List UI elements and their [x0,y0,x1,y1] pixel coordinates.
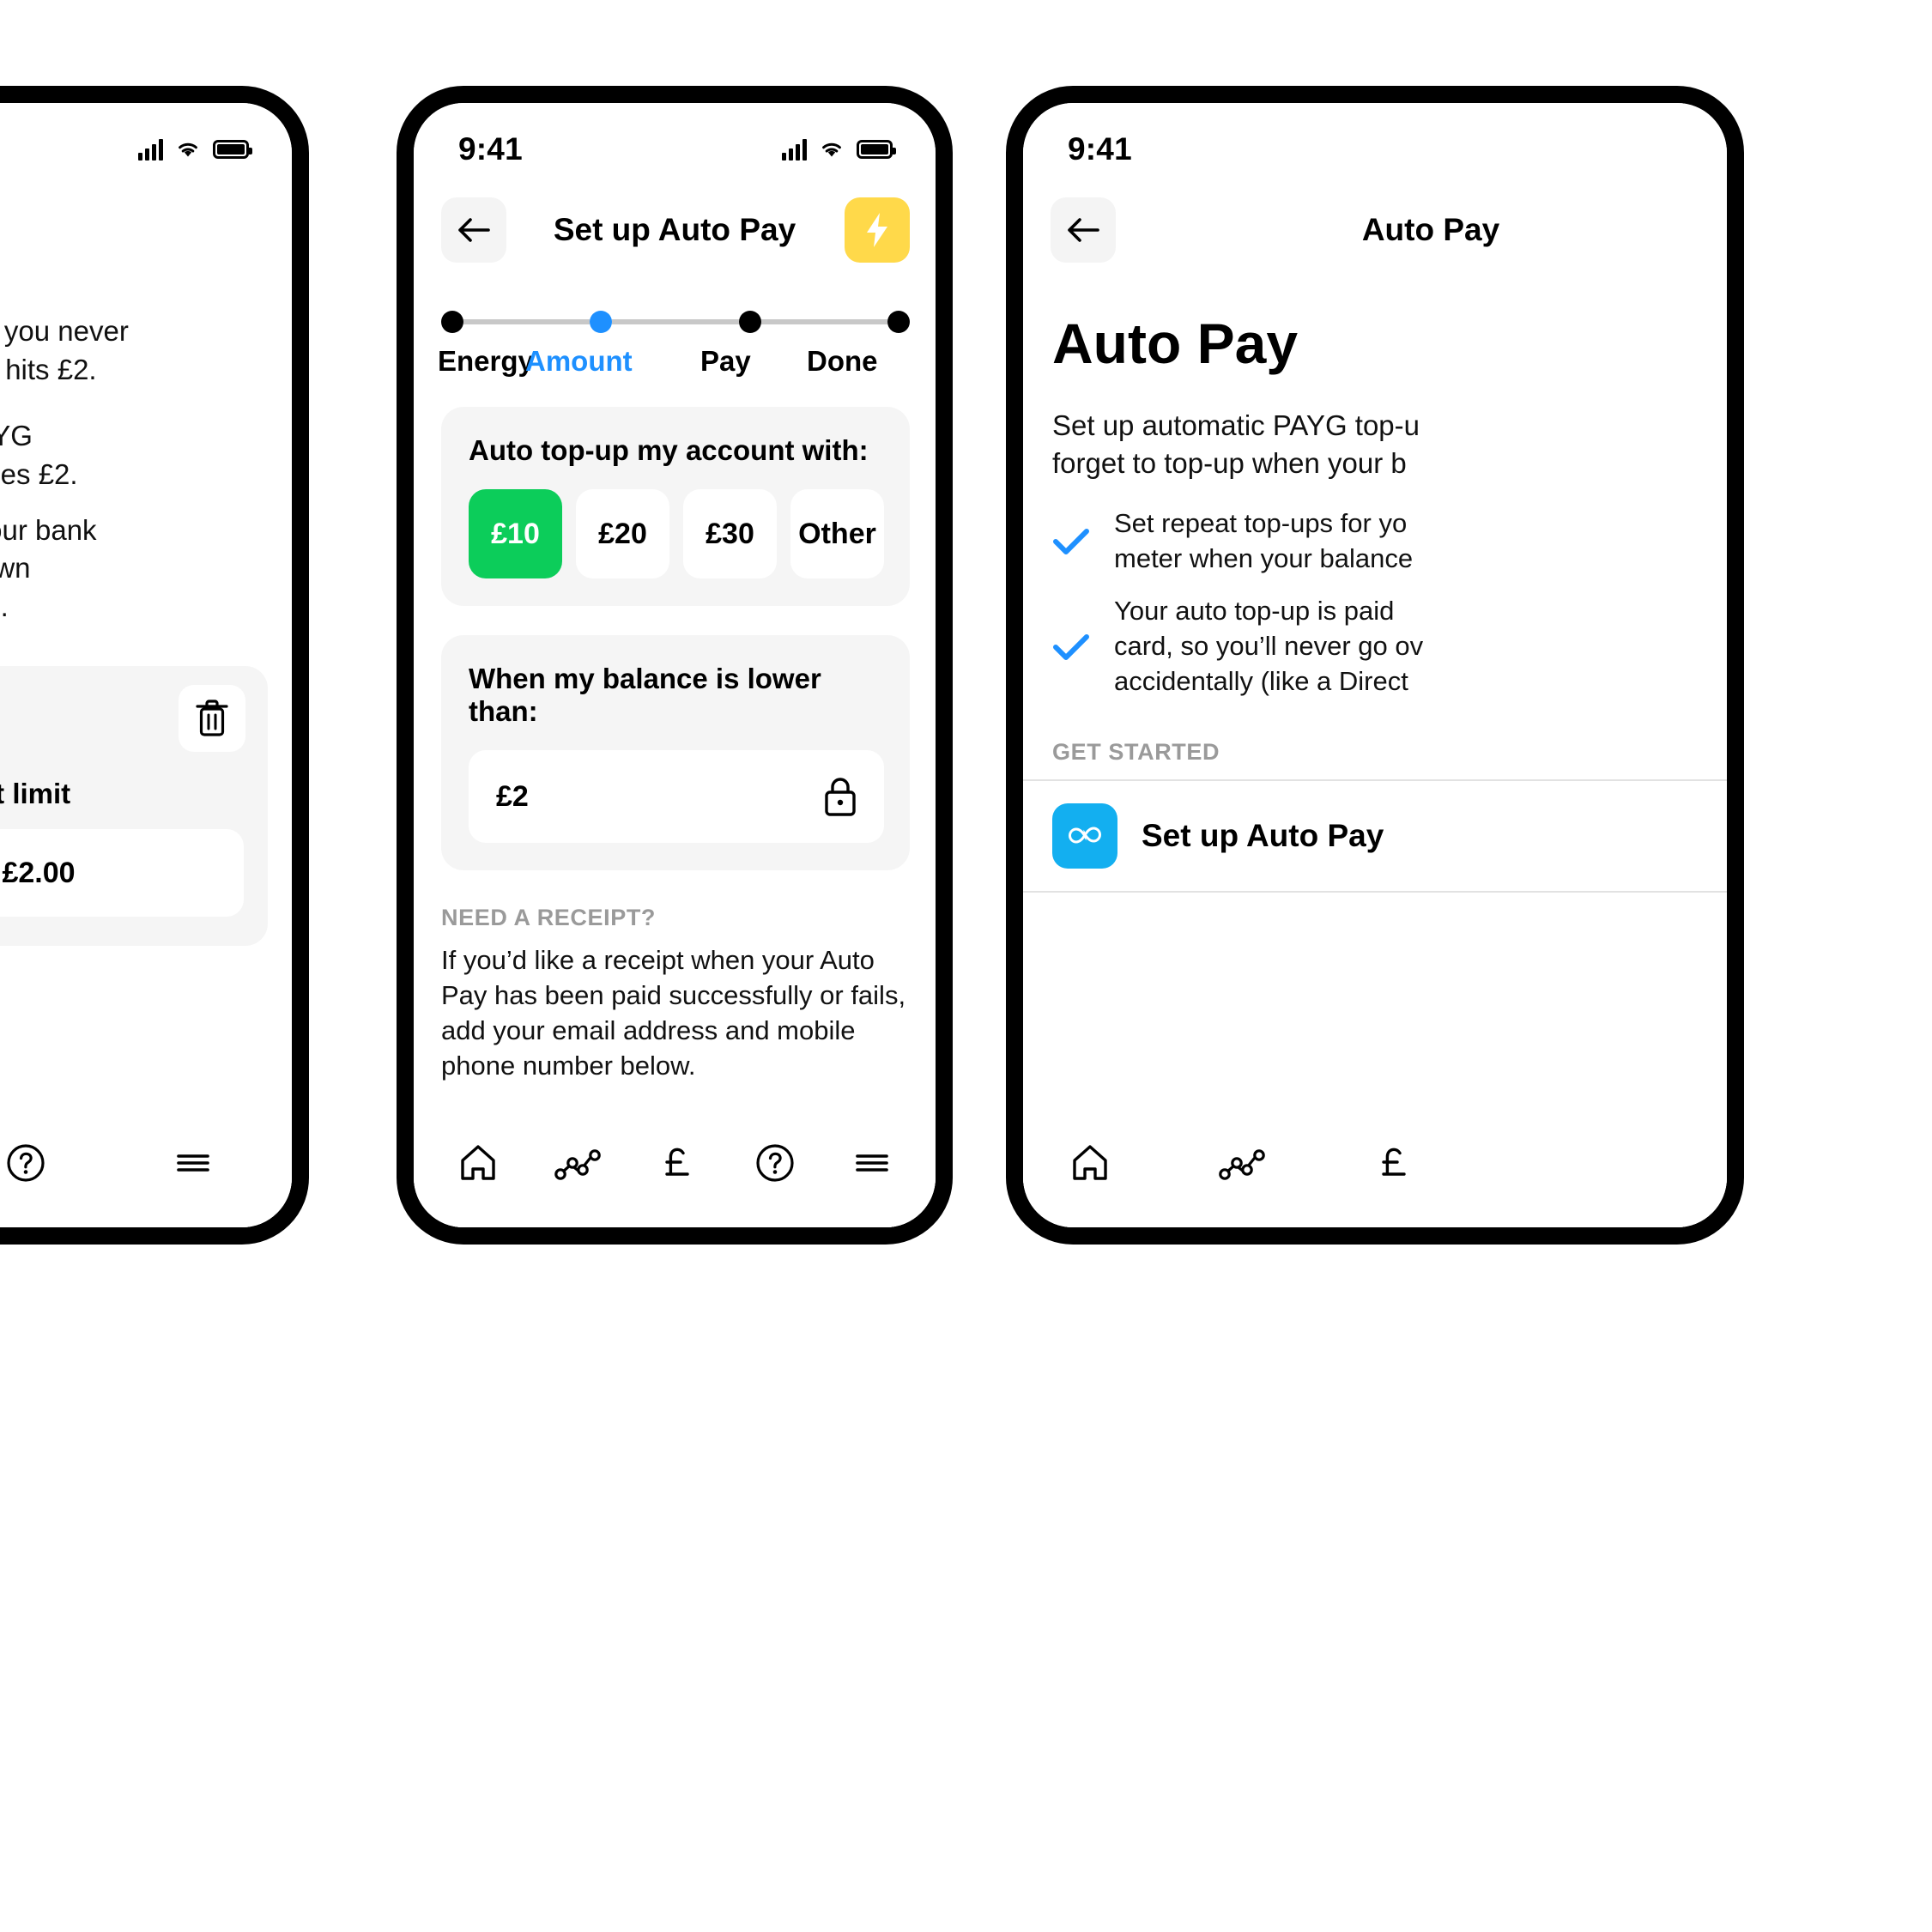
phone-left-screen: Auto Pay c PAYG top-ups so you never whe… [0,103,292,1227]
status-time: 9:41 [458,131,523,167]
benefit-list: Set repeat top-ups for yo meter when you… [1023,482,1727,700]
hamburger-menu-icon[interactable] [170,1140,216,1186]
amount-option-20[interactable]: £20 [576,489,669,578]
benefit-2-line-1: Your auto top-up is paid [1114,596,1395,627]
stepper-labels: Energy Amount Pay Done [438,345,910,378]
tab-bar-center [414,1099,936,1227]
help-circle-icon[interactable] [3,1140,49,1186]
page-title-right: Auto Pay [1361,212,1500,247]
trash-icon[interactable] [179,685,245,753]
back-arrow-icon[interactable] [1051,197,1116,263]
cellular-signal-icon [138,138,163,160]
stepper-dot-energy[interactable] [441,311,463,333]
intro-line-1: Set up automatic PAYG top-u [1052,409,1420,441]
description-line-3: op-ups for your PAYG [0,419,33,451]
lock-icon [821,774,860,819]
status-bar-center: 9:41 [414,103,936,180]
wifi-icon [818,139,845,160]
stepper-label-amount: Amount [525,345,633,377]
benefit-text: Set repeat top-ups for yo meter when you… [1114,506,1413,577]
benefit-text: Your auto top-up is paid card, so you’ll… [1114,594,1423,700]
cellular-signal-icon [782,138,807,160]
hamburger-menu-icon[interactable] [849,1140,895,1186]
battery-icon [857,140,896,159]
nav-bar-left: Auto Pay [0,180,292,275]
description-line-4: your balance reaches £2. [0,457,78,490]
auto-pay-heading: Auto Pay [1052,312,1299,375]
status-time: 9:41 [1068,131,1132,167]
auto-pay-intro: Set up automatic PAYG top-u forget to to… [1023,376,1727,482]
amount-option-10[interactable]: £10 [469,489,562,578]
description-line-2: when your balance hits £2. [0,353,97,385]
list-item: Your auto top-up is paid card, so you’ll… [1052,594,1698,700]
home-icon[interactable] [1066,1139,1114,1187]
tab-bar-right [1023,1099,1727,1227]
wifi-icon [174,139,202,160]
pound-sterling-icon[interactable] [1372,1140,1418,1186]
usage-graph-icon[interactable] [1217,1143,1269,1183]
receipt-eyebrow: NEED A RECEIPT? [441,905,657,930]
description-line-6: ll never go overdrawn [0,552,31,584]
credit-limit-card: Credit limit £2.00 [0,666,268,947]
description-line-1: c PAYG top-ups so you never [0,315,129,347]
phone-center: 9:41 Set up Auto Pay Energy Amount Pay D… [397,86,953,1245]
phone-right-screen: 9:41 Auto Pay Auto Pay Set up automatic … [1023,103,1727,1227]
intro-line-2: forget to top-up when your b [1052,447,1407,480]
battery-icon [213,140,252,159]
setup-stepper: Energy Amount Pay Done [414,275,936,378]
stepper-dot-done[interactable] [887,311,910,333]
get-started-eyebrow: GET STARTED [1052,738,1220,765]
infinity-icon [1052,802,1117,869]
stepper-bar-2 [612,319,739,324]
benefit-1-line-1: Set repeat top-ups for yo [1114,508,1408,539]
nav-bar-right: Auto Pay [1023,180,1727,275]
set-up-auto-pay-row[interactable]: Set up Auto Pay [1023,781,1727,891]
tab-bar-left [0,1099,292,1227]
description-line-7: (like a Direct Debit). [0,591,9,623]
status-icons [138,138,252,160]
pound-sterling-icon[interactable] [655,1140,701,1186]
check-icon [1052,527,1090,556]
benefit-2-line-2: card, so you’ll never go ov [1114,631,1424,662]
benefit-1-line-2: meter when your balance [1114,543,1414,574]
threshold-value: £2 [496,779,529,813]
credit-limit-value[interactable]: £2.00 [0,829,244,918]
credit-limit-label: Credit limit [0,778,71,810]
back-arrow-icon[interactable] [441,197,506,263]
phone-left: Auto Pay c PAYG top-ups so you never whe… [0,86,309,1245]
status-icons [782,138,896,160]
threshold-card-title: When my balance is lower than: [469,663,821,727]
lightning-bolt-icon[interactable] [845,197,910,263]
amount-options: £10 £20 £30 Other [469,489,884,578]
list-item: Set repeat top-ups for yo meter when you… [1052,506,1698,577]
stepper-dots [441,311,910,333]
threshold-card: When my balance is lower than: £2 [441,635,910,870]
set-up-auto-pay-label: Set up Auto Pay [1142,817,1384,853]
stepper-dot-amount[interactable] [590,311,613,333]
home-icon[interactable] [454,1139,502,1187]
screenshot-canvas: Auto Pay c PAYG top-ups so you never whe… [0,0,1932,1932]
phone-right: 9:41 Auto Pay Auto Pay Set up automatic … [1006,86,1744,1245]
amount-option-30[interactable]: £30 [683,489,777,578]
receipt-body: If you’d like a receipt when your Auto P… [441,945,906,1081]
threshold-field[interactable]: £2 [469,750,884,843]
amount-option-other[interactable]: Other [790,489,884,578]
benefit-2-line-3: accidentally (like a Direct [1114,666,1408,697]
amount-card: Auto top-up my account with: £10 £20 £30… [441,407,910,606]
status-bar-right: 9:41 [1023,103,1727,180]
usage-graph-icon[interactable] [553,1143,604,1183]
description-line-5: o-up is paid with your bank [0,513,97,546]
status-bar-left [0,103,292,180]
check-icon [1052,633,1090,662]
stepper-dot-pay[interactable] [738,311,761,333]
stepper-bar-1 [463,319,591,324]
stepper-label-done: Done [807,345,878,377]
phone-center-screen: 9:41 Set up Auto Pay Energy Amount Pay D… [414,103,936,1227]
divider-bottom [1023,890,1727,893]
amount-card-title: Auto top-up my account with: [469,434,869,466]
stepper-bar-3 [760,319,887,324]
help-circle-icon[interactable] [752,1140,798,1186]
nav-bar-center: Set up Auto Pay [414,180,936,275]
auto-pay-description-left: c PAYG top-ups so you never when your ba… [0,275,292,627]
